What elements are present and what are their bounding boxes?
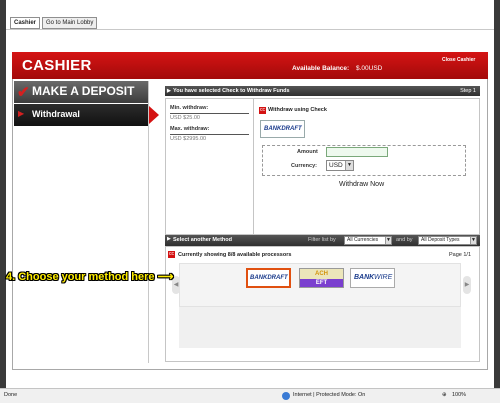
status-text: Done bbox=[4, 392, 18, 398]
tab-strip: Cashier Go to Main Lobby bbox=[6, 0, 494, 30]
currency-label: Currency: bbox=[291, 163, 317, 169]
arrow-right-icon: ⟶ bbox=[157, 271, 174, 283]
tab-main-lobby[interactable]: Go to Main Lobby bbox=[42, 17, 98, 29]
method-section-title: Select another Method bbox=[173, 237, 232, 243]
nav-make-deposit[interactable]: ✔ MAKE A DEPOSIT bbox=[14, 81, 148, 103]
window-frame-right bbox=[494, 0, 500, 388]
divider bbox=[170, 134, 249, 135]
processor-bankwire[interactable]: BANK WIRE bbox=[350, 268, 395, 288]
currency-value: USD bbox=[329, 162, 343, 169]
amount-label: Amount bbox=[297, 149, 318, 155]
processor-bankwire-label-b: WIRE bbox=[374, 274, 393, 281]
selected-arrow-icon bbox=[149, 106, 159, 124]
processor-bankwire-label-a: BANK bbox=[354, 274, 375, 281]
processor-ach-eft[interactable]: ACH EFT bbox=[299, 268, 344, 288]
min-withdraw-value: USD $25.00 bbox=[170, 115, 200, 121]
section-divider bbox=[253, 98, 254, 235]
processor-icon: cc bbox=[168, 251, 175, 258]
chevron-down-icon: ▼ bbox=[470, 237, 476, 244]
processor-details-area bbox=[179, 307, 461, 348]
bankdraft-logo-text: BANKDRAFT bbox=[264, 126, 302, 132]
balance-label: Available Balance: bbox=[292, 65, 350, 72]
withdraw-section-title: You have selected Check to Withdraw Fund… bbox=[173, 88, 290, 94]
divider bbox=[170, 113, 249, 114]
processor-eft-label: EFT bbox=[300, 279, 343, 287]
chevron-down-icon: ▼ bbox=[385, 237, 391, 244]
browser-status-bar: Done Internet | Protected Mode: On ⊕ 100… bbox=[0, 388, 500, 403]
type-filter-value: All Deposit Types bbox=[421, 237, 460, 243]
max-withdraw-value: USD $2995.00 bbox=[170, 136, 207, 142]
bankdraft-logo: BANKDRAFT bbox=[260, 120, 305, 138]
currency-filter-select[interactable]: All Currencies ▼ bbox=[344, 236, 392, 245]
method-section-header: ▶ Select another Method Filter list by A… bbox=[165, 235, 480, 246]
step-indicator: Step 1 bbox=[460, 88, 476, 94]
withdraw-now-button[interactable]: Withdraw Now bbox=[339, 181, 384, 188]
withdraw-method-title: Withdraw using Check bbox=[268, 107, 327, 113]
withdraw-section-header: ▶ You have selected Check to Withdraw Fu… bbox=[165, 86, 480, 96]
processor-ach-label: ACH bbox=[300, 269, 343, 279]
showing-count: Currently showing 8/8 available processo… bbox=[178, 252, 292, 258]
nav-make-deposit-label: MAKE A DEPOSIT bbox=[32, 84, 135, 98]
chevron-down-icon: ▼ bbox=[345, 161, 353, 170]
processor-bankdraft[interactable]: BANKDRAFT bbox=[246, 268, 291, 288]
close-cashier-link[interactable]: Close Cashier bbox=[442, 57, 475, 63]
min-withdraw-label: Min. withdraw: bbox=[170, 105, 209, 111]
cashier-title: CASHIER bbox=[22, 57, 92, 74]
filter-label: Filter list by bbox=[308, 237, 336, 243]
currency-select[interactable]: USD ▼ bbox=[326, 160, 354, 171]
processor-bankdraft-label: BANKDRAFT bbox=[250, 275, 288, 281]
zoom-icon[interactable]: ⊕ bbox=[442, 389, 447, 402]
play-icon: ▶ bbox=[18, 109, 25, 118]
security-zone: Internet | Protected Mode: On bbox=[293, 392, 366, 398]
globe-icon bbox=[282, 392, 290, 400]
arrow-right-icon: ▶ bbox=[167, 236, 171, 242]
currency-filter-value: All Currencies bbox=[347, 237, 379, 243]
callout-text: 4. Choose your method here bbox=[6, 271, 155, 283]
nav-withdrawal[interactable]: ▶ Withdrawal bbox=[14, 104, 148, 126]
page-indicator: Page 1/1 bbox=[449, 252, 472, 258]
arrow-right-icon: ▶ bbox=[167, 88, 171, 94]
amount-input[interactable] bbox=[326, 147, 388, 157]
check-icon: ✔ bbox=[17, 84, 30, 101]
max-withdraw-label: Max. withdraw: bbox=[170, 126, 210, 132]
zoom-level[interactable]: 100% bbox=[452, 389, 466, 402]
and-by-label: and by bbox=[396, 237, 413, 243]
scroll-right-button[interactable]: ▶ bbox=[463, 276, 471, 294]
tab-cashier[interactable]: Cashier bbox=[10, 17, 41, 29]
instruction-callout: 4. Choose your method here ⟶ bbox=[6, 270, 173, 283]
nav-withdrawal-label: Withdrawal bbox=[32, 109, 80, 119]
type-filter-select[interactable]: All Deposit Types ▼ bbox=[418, 236, 477, 245]
method-logo-icon: cc bbox=[259, 107, 266, 114]
balance-value: $.00USD bbox=[356, 65, 383, 72]
